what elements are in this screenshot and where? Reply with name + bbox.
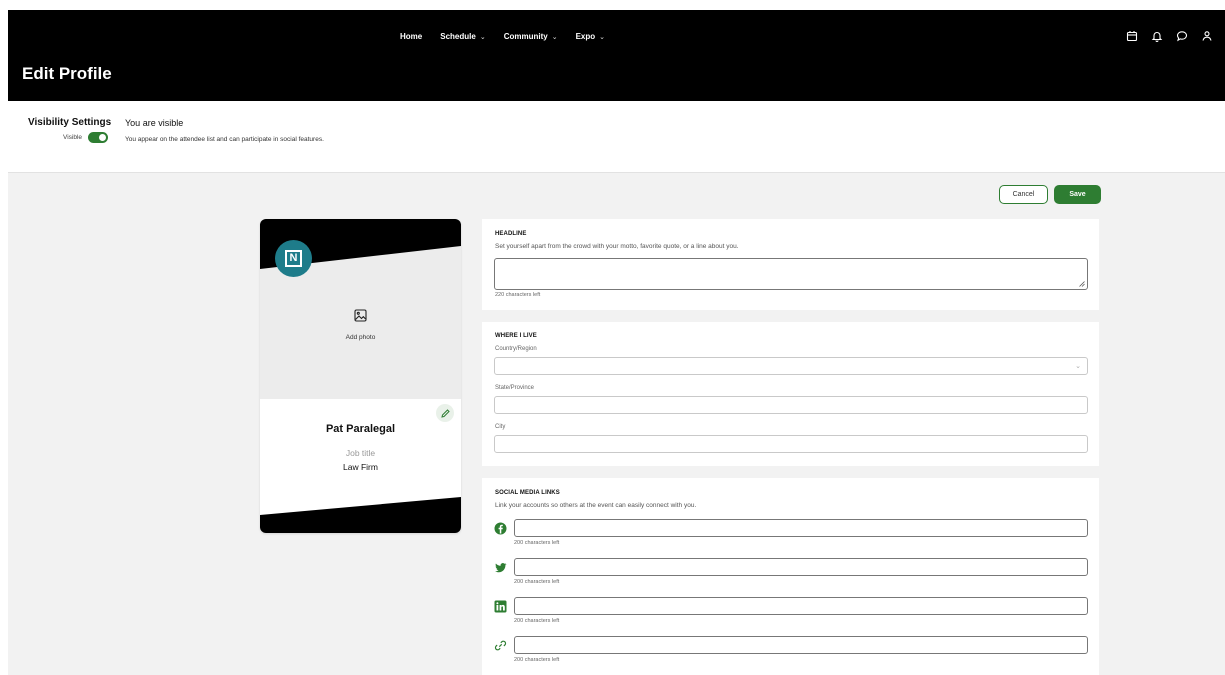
chevron-down-icon: ⌄ — [479, 33, 486, 41]
state-field[interactable] — [494, 396, 1088, 414]
calendar-icon[interactable] — [1126, 30, 1138, 42]
nav-item-home[interactable]: Home — [400, 32, 422, 41]
social-title: SOCIAL MEDIA LINKS — [495, 490, 560, 496]
user-icon[interactable] — [1201, 30, 1213, 42]
pencil-icon — [440, 408, 450, 418]
where-i-live-section: WHERE I LIVE Country/Region ⌄ State/Prov… — [482, 322, 1099, 466]
nav-item-label: Schedule — [440, 32, 476, 41]
facebook-chars-left: 200 characters left — [514, 540, 560, 546]
profile-name: Pat Paralegal — [325, 423, 396, 435]
social-media-section: SOCIAL MEDIA LINKS Link your accounts so… — [482, 478, 1099, 675]
app-frame: Home Schedule ⌄ Community ⌄ Expo ⌄ Edit … — [8, 10, 1225, 675]
nav-item-schedule[interactable]: Schedule ⌄ — [440, 32, 485, 41]
city-field[interactable] — [494, 435, 1088, 453]
twitter-chars-left: 200 characters left — [514, 579, 560, 585]
facebook-link-field[interactable] — [514, 519, 1088, 537]
city-label: City — [495, 424, 506, 430]
main-nav: Home Schedule ⌄ Community ⌄ Expo ⌄ — [400, 32, 623, 41]
nav-item-label: Home — [400, 32, 423, 41]
nav-item-community[interactable]: Community ⌄ — [504, 32, 558, 41]
profile-job-title: Job title — [345, 448, 376, 458]
profile-card: N Add photo Pat Paralegal Job title Law … — [260, 219, 461, 533]
company-logo: N — [275, 240, 312, 277]
twitter-icon — [494, 561, 507, 574]
cancel-button[interactable]: Cancel — [999, 185, 1048, 204]
top-header: Home Schedule ⌄ Community ⌄ Expo ⌄ Edit … — [8, 10, 1225, 101]
bell-icon[interactable] — [1151, 30, 1163, 42]
header-actions — [1126, 30, 1213, 42]
nav-item-label: Expo — [575, 32, 596, 41]
twitter-link-field[interactable] — [514, 558, 1088, 576]
chevron-down-icon: ⌄ — [551, 33, 558, 41]
headline-section: HEADLINE Set yourself apart from the cro… — [482, 219, 1099, 310]
visibility-toggle-group: Visible — [63, 132, 109, 143]
card-footer-shape — [260, 497, 461, 533]
headline-title: HEADLINE — [495, 231, 527, 237]
website-chars-left: 200 characters left — [514, 657, 560, 663]
website-link-field[interactable] — [514, 636, 1088, 654]
profile-company: Law Firm — [343, 462, 378, 472]
add-photo-button[interactable]: Add photo — [260, 309, 461, 344]
nav-item-expo[interactable]: Expo ⌄ — [576, 32, 605, 41]
link-icon — [494, 639, 507, 652]
social-description: Link your accounts so others at the even… — [495, 502, 697, 509]
chat-icon[interactable] — [1176, 30, 1188, 42]
add-photo-label: Add photo — [345, 334, 376, 341]
linkedin-link-field[interactable] — [514, 597, 1088, 615]
linkedin-icon — [494, 600, 507, 613]
headline-textarea[interactable] — [494, 258, 1088, 290]
edit-profile-button[interactable] — [436, 404, 454, 422]
logo-letter: N — [285, 250, 302, 267]
visibility-settings: Visibility Settings Visible You are visi… — [8, 101, 1225, 173]
headline-description: Set yourself apart from the crowd with y… — [495, 243, 739, 250]
visibility-description: You appear on the attendee list and can … — [125, 136, 324, 143]
linkedin-chars-left: 200 characters left — [514, 618, 560, 624]
save-button[interactable]: Save — [1054, 185, 1101, 204]
visibility-toggle-label: Visible — [63, 134, 83, 141]
profile-photo-area: N Add photo — [260, 219, 461, 399]
page-title: Edit Profile — [22, 64, 112, 83]
image-icon — [354, 309, 367, 322]
visibility-settings-label: Visibility Settings — [28, 117, 112, 128]
country-label: Country/Region — [495, 346, 537, 352]
chevron-down-icon: ⌄ — [599, 33, 605, 41]
state-label: State/Province — [495, 385, 535, 391]
headline-chars-left: 220 characters left — [495, 292, 541, 298]
visibility-status: You are visible — [125, 118, 184, 128]
country-select[interactable]: ⌄ — [494, 357, 1088, 375]
nav-item-label: Community — [503, 32, 548, 41]
visibility-toggle[interactable] — [88, 132, 109, 143]
chevron-down-icon: ⌄ — [1075, 363, 1081, 370]
facebook-icon — [494, 522, 507, 535]
where-i-live-title: WHERE I LIVE — [495, 333, 537, 339]
resize-grip-icon[interactable] — [1079, 281, 1085, 287]
